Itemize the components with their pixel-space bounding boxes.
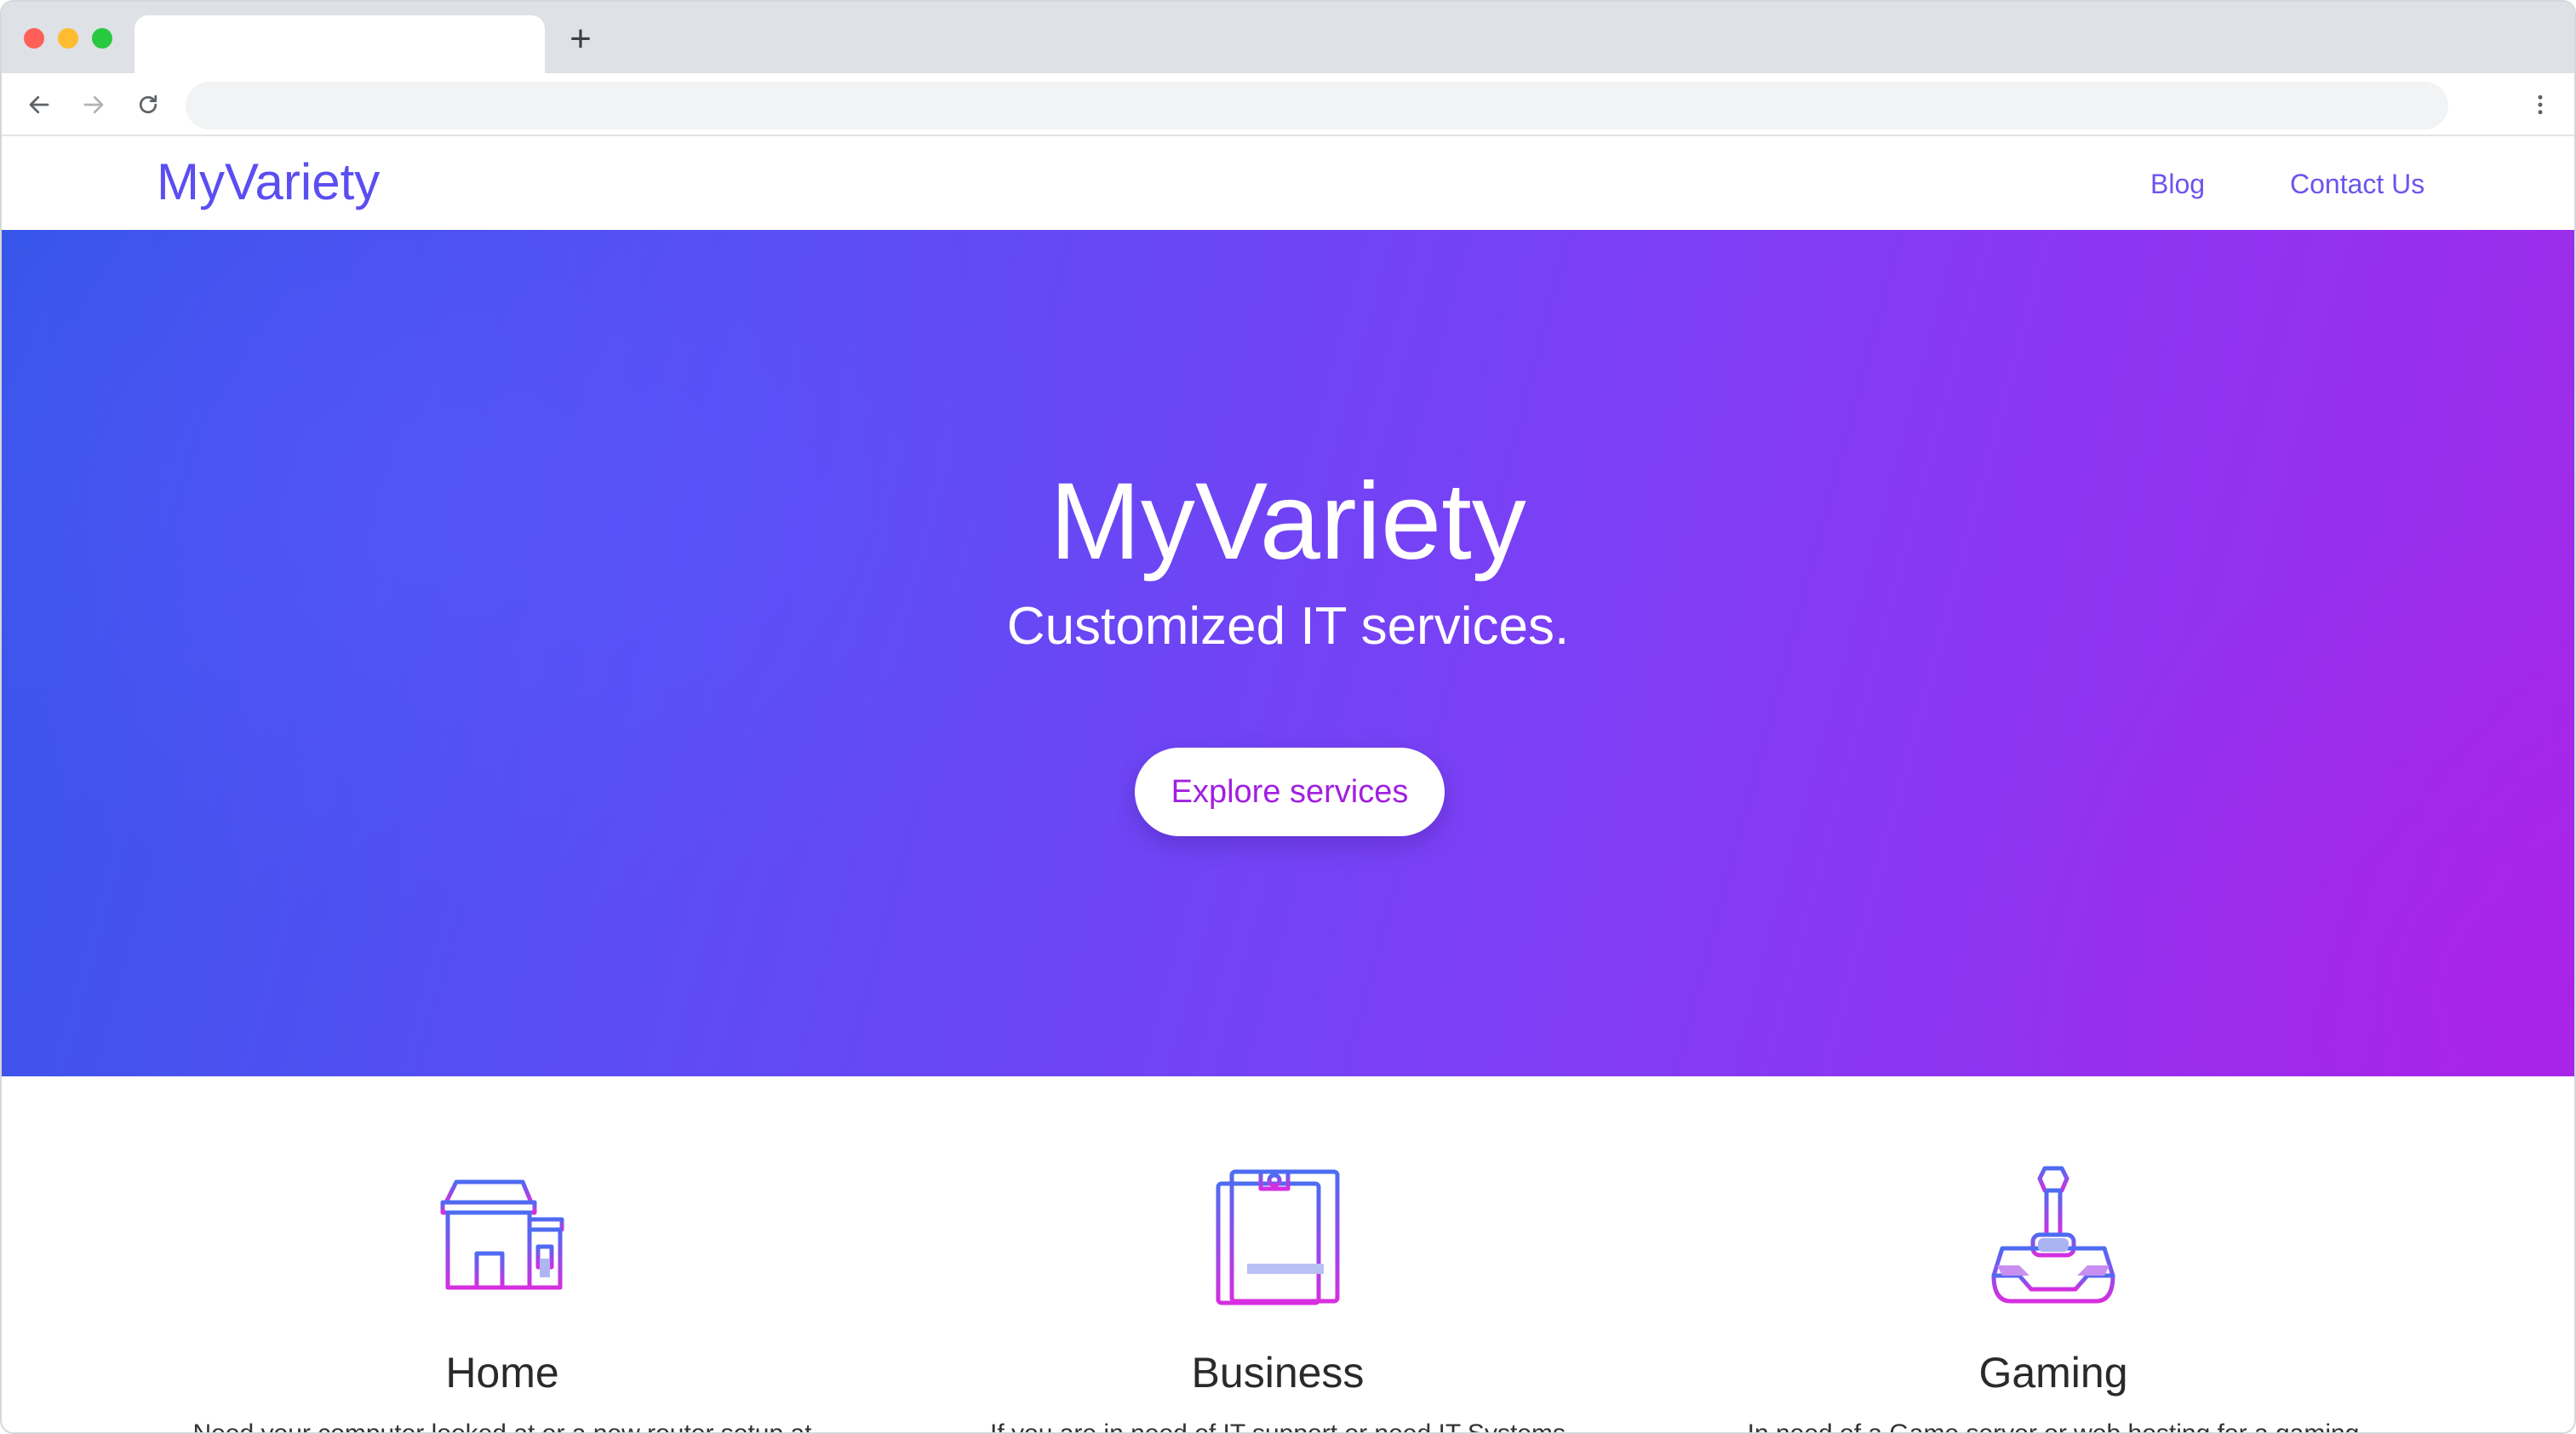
address-bar[interactable]	[186, 82, 2448, 129]
browser-menu-button[interactable]	[2522, 86, 2559, 123]
hero-section: MyVariety Customized IT services. Explor…	[2, 230, 2574, 1076]
nav-link-contact-us[interactable]: Contact Us	[2290, 167, 2424, 201]
site-navbar: MyVariety Blog Contact Us	[2, 138, 2574, 230]
browser-window: + MyVariety Blog Contact Us MyVariety Cu…	[0, 0, 2576, 1434]
hero-subtitle: Customized IT services.	[1006, 597, 1570, 656]
page-viewport: MyVariety Blog Contact Us MyVariety Cust…	[2, 138, 2574, 1434]
explore-services-button[interactable]: Explore services	[1135, 748, 1445, 836]
reload-button[interactable]	[129, 86, 167, 123]
house-icon	[440, 1179, 564, 1290]
minimize-window-button[interactable]	[58, 28, 78, 49]
nav-link-blog[interactable]: Blog	[2150, 167, 2205, 201]
arrow-right-icon	[83, 95, 104, 114]
close-window-button[interactable]	[24, 28, 44, 49]
service-description-home: Need your computer looked at or a new ro…	[192, 1420, 812, 1434]
back-button[interactable]	[20, 86, 58, 123]
clipboard-icon	[1216, 1169, 1340, 1305]
hero-title: MyVariety	[1050, 461, 1526, 582]
service-description-business: If you are in need of IT support or need…	[990, 1420, 1566, 1434]
arrow-left-icon	[29, 95, 49, 114]
service-description-gaming: In need of a Game server or web hosting …	[1747, 1420, 2360, 1434]
tab-strip: +	[2, 2, 2574, 73]
service-title-business: Business	[1191, 1349, 1365, 1397]
services-section: Home Need your computer looked at or a n…	[2, 1076, 2574, 1434]
joystick-icon	[1991, 1166, 2115, 1304]
reload-icon	[139, 95, 157, 114]
service-title-home: Home	[445, 1349, 559, 1397]
new-tab-button[interactable]: +	[564, 20, 598, 58]
more-vert-icon	[2538, 95, 2543, 115]
browser-toolbar	[2, 73, 2574, 136]
brand-logo-link[interactable]: MyVariety	[157, 152, 380, 213]
forward-button[interactable]	[75, 86, 112, 123]
service-title-gaming: Gaming	[1978, 1349, 2128, 1397]
browser-tab-active[interactable]	[135, 15, 545, 73]
maximize-window-button[interactable]	[92, 28, 112, 49]
